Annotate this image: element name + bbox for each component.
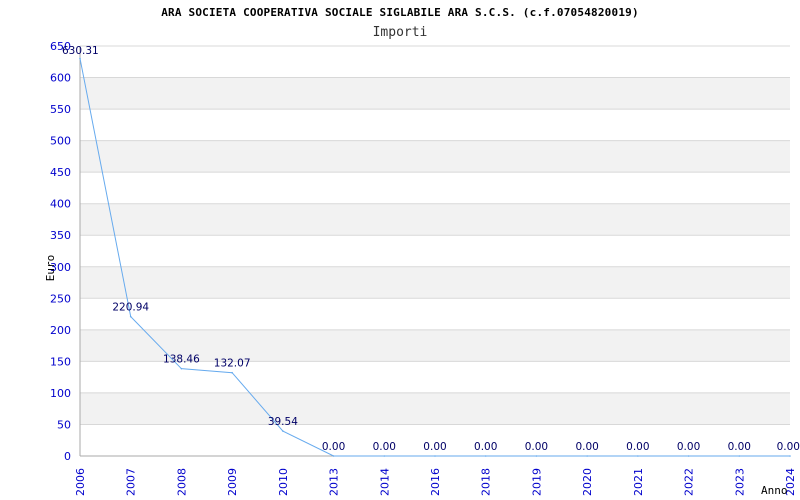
data-label: 132.07 [214, 358, 251, 370]
data-label: 0.00 [322, 441, 345, 453]
data-label: 0.00 [373, 441, 396, 453]
x-tick-label: 2021 [632, 468, 645, 496]
data-label: 0.00 [677, 441, 700, 453]
y-tick-label: 0 [64, 450, 71, 463]
x-tick-label: 2013 [328, 468, 341, 496]
x-tick-label: 2006 [74, 468, 87, 496]
x-tick-label: 2009 [226, 468, 239, 496]
y-tick-label: 500 [50, 135, 71, 148]
data-point [484, 455, 487, 457]
grid-band [80, 266, 790, 299]
x-tick-label: 2016 [429, 468, 442, 496]
x-tick-label: 2008 [175, 468, 188, 496]
data-label: 0.00 [575, 441, 598, 453]
y-tick-label: 400 [50, 198, 71, 211]
grid-bands [80, 77, 790, 425]
x-tick-label: 2010 [277, 468, 290, 496]
x-tick-label: 2018 [480, 468, 493, 496]
data-point [129, 315, 132, 318]
y-tick-label: 50 [57, 418, 71, 431]
data-label: 630.31 [62, 45, 99, 57]
grid-band [80, 203, 790, 236]
x-tick-label: 2019 [530, 468, 543, 496]
y-tick-label: 100 [50, 387, 71, 400]
x-axis-title: Anno [761, 484, 788, 497]
y-tick-label: 250 [50, 292, 71, 305]
data-label: 0.00 [423, 441, 446, 453]
x-tick-label: 2007 [125, 468, 138, 496]
data-point [180, 367, 183, 370]
data-point [332, 455, 335, 457]
y-tick-label: 600 [50, 72, 71, 85]
data-point [231, 371, 233, 374]
data-point [738, 455, 741, 457]
data-point [535, 455, 538, 457]
data-point [789, 455, 791, 457]
y-tick-label: 150 [50, 355, 71, 368]
y-tick-label: 200 [50, 324, 71, 337]
data-point [687, 455, 690, 457]
y-tick-label: 550 [50, 103, 71, 116]
data-label: 0.00 [777, 441, 800, 453]
data-point [586, 455, 588, 457]
x-tick-label: 2023 [733, 468, 746, 496]
data-label: 220.94 [112, 302, 149, 314]
data-label: 39.54 [268, 416, 298, 428]
grid-band [80, 140, 790, 173]
data-point [434, 455, 436, 457]
data-label: 0.00 [525, 441, 548, 453]
grid-band [80, 77, 790, 110]
data-point [282, 430, 284, 432]
x-tick-label: 2020 [581, 468, 594, 496]
data-point [383, 455, 386, 457]
grid-band [80, 392, 790, 425]
data-point [79, 57, 81, 60]
line-chart: 050100150200250300350400450500550600650 … [44, 40, 800, 497]
data-label: 0.00 [626, 441, 649, 453]
x-tick-label: 2022 [683, 468, 696, 496]
data-label: 138.46 [163, 354, 200, 366]
y-tick-label: 450 [50, 166, 71, 179]
data-label: 0.00 [728, 441, 751, 453]
x-tick-label: 2014 [378, 468, 391, 496]
x-axis-ticks: 2006 2007 2008 2009 2010 2013 2014 2016 2018 2019… [74, 468, 797, 496]
y-axis-title: Euro [44, 255, 57, 282]
data-point [637, 455, 639, 457]
data-label: 0.00 [474, 441, 497, 453]
y-axis-ticks: 050100150200250300350400450500550600650 [50, 40, 71, 463]
y-tick-label: 350 [50, 229, 71, 242]
